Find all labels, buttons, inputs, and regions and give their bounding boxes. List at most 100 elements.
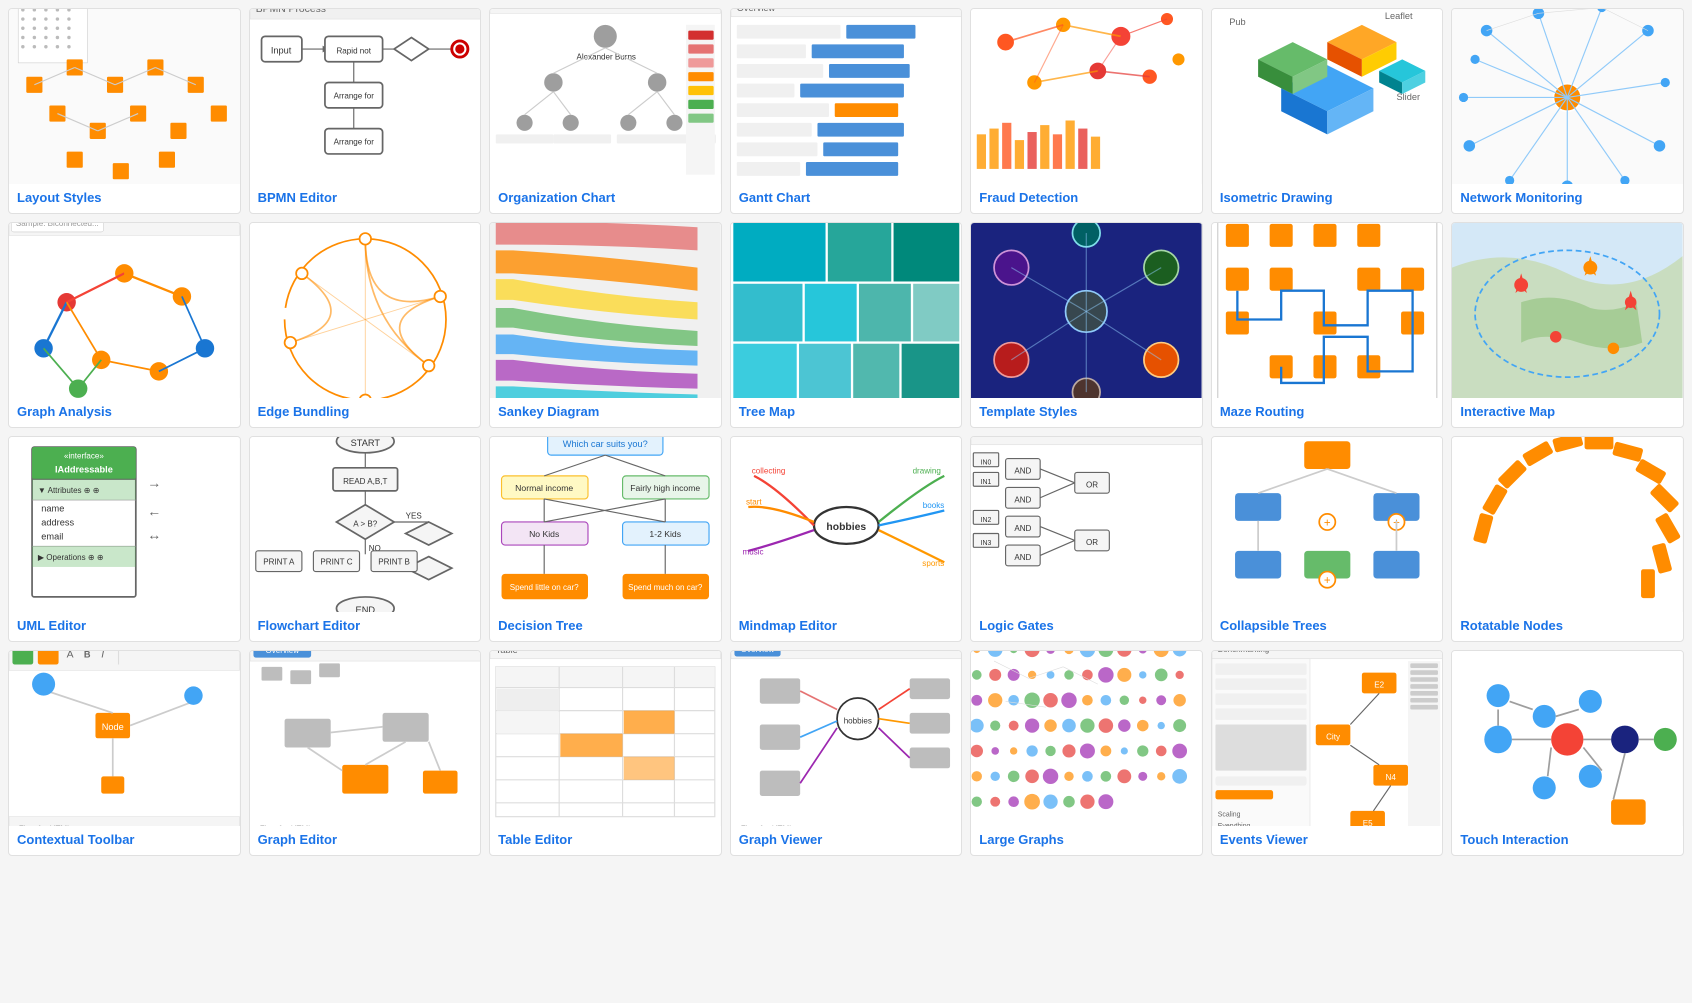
svg-text:→: → bbox=[147, 474, 161, 490]
svg-text:E5: E5 bbox=[1363, 819, 1373, 826]
svg-text:Table: Table bbox=[496, 651, 518, 655]
preview-graph-editor: Overview xFlow for HTML bbox=[250, 651, 481, 826]
label-fraud-detection: Fraud Detection bbox=[971, 184, 1202, 213]
svg-text:BPMN Process: BPMN Process bbox=[255, 9, 325, 15]
svg-text:Alexander Burns: Alexander Burns bbox=[577, 52, 637, 61]
card-maze-routing[interactable]: Maze Routing bbox=[1211, 222, 1444, 428]
card-tree-map[interactable]: Tree Map bbox=[730, 222, 963, 428]
label-layout-styles: Layout Styles bbox=[9, 184, 240, 213]
card-collapsible-trees[interactable]: + + + Collapsible Trees bbox=[1211, 436, 1444, 642]
svg-text:«interface»: «interface» bbox=[64, 451, 104, 460]
svg-text:Arrange for: Arrange for bbox=[333, 137, 374, 146]
preview-gantt-chart: Overview bbox=[731, 9, 962, 184]
preview-uml-editor: «interface» IAddressable ▼ Attributes ⊕ … bbox=[9, 437, 240, 612]
label-network-monitoring: Network Monitoring bbox=[1452, 184, 1683, 213]
svg-text:OR: OR bbox=[1086, 538, 1098, 547]
preview-maze-routing bbox=[1212, 223, 1443, 398]
preview-interactive-map bbox=[1452, 223, 1683, 398]
svg-text:Overview: Overview bbox=[265, 651, 299, 655]
svg-text:+: + bbox=[1324, 575, 1331, 587]
card-logic-gates[interactable]: AND AND AND AND OR OR IN0 IN1 IN2 bbox=[970, 436, 1203, 642]
card-touch-interaction[interactable]: Touch Interaction bbox=[1451, 650, 1684, 856]
svg-text:email: email bbox=[41, 531, 63, 541]
preview-decision-tree: Which car suits you? Normal income Fairl… bbox=[490, 437, 721, 612]
label-touch-interaction: Touch Interaction bbox=[1452, 826, 1683, 855]
svg-text:AND: AND bbox=[1015, 553, 1032, 562]
label-flowchart-editor: Flowchart Editor bbox=[250, 612, 481, 641]
svg-text:Benchmarking: Benchmarking bbox=[1218, 651, 1270, 653]
label-tree-map: Tree Map bbox=[731, 398, 962, 427]
preview-touch-interaction bbox=[1452, 651, 1683, 826]
svg-text:▶ Operations ⊕ ⊕: ▶ Operations ⊕ ⊕ bbox=[38, 553, 104, 562]
card-edge-bundling[interactable]: Edge Bundling bbox=[249, 222, 482, 428]
card-fraud-detection[interactable]: Fraud Detection bbox=[970, 8, 1203, 214]
label-interactive-map: Interactive Map bbox=[1452, 398, 1683, 427]
svg-text:PRINT C: PRINT C bbox=[320, 557, 352, 566]
card-template-styles[interactable]: Template Styles bbox=[970, 222, 1203, 428]
label-contextual-toolbar: Contextual Toolbar bbox=[9, 826, 240, 855]
svg-text:IN0: IN0 bbox=[981, 459, 992, 466]
preview-network-monitoring bbox=[1452, 9, 1683, 184]
card-sankey-diagram[interactable]: Sankey Diagram bbox=[489, 222, 722, 428]
preview-org-chart: Overview Alexander Burns bbox=[490, 9, 721, 184]
svg-text:+: + bbox=[1324, 517, 1331, 529]
svg-text:books: books bbox=[922, 501, 944, 510]
preview-collapsible-trees: + + + bbox=[1212, 437, 1443, 612]
label-graph-editor: Graph Editor bbox=[250, 826, 481, 855]
svg-text:▼ Attributes ⊕ ⊕: ▼ Attributes ⊕ ⊕ bbox=[38, 486, 100, 495]
svg-text:xFlow for HTML: xFlow for HTML bbox=[255, 824, 312, 826]
preview-edge-bundling bbox=[250, 223, 481, 398]
card-interactive-map[interactable]: Interactive Map bbox=[1451, 222, 1684, 428]
card-rotatable-nodes[interactable]: Rotatable Nodes bbox=[1451, 436, 1684, 642]
card-layout-styles[interactable]: Layout Styles bbox=[8, 8, 241, 214]
svg-text:start: start bbox=[746, 497, 762, 506]
card-decision-tree[interactable]: Which car suits you? Normal income Fairl… bbox=[489, 436, 722, 642]
card-isometric-drawing[interactable]: Pub Leaflet Slider Isometric Drawing bbox=[1211, 8, 1444, 214]
svg-text:AND: AND bbox=[1015, 466, 1032, 475]
svg-text:E2: E2 bbox=[1374, 680, 1384, 689]
card-uml-editor[interactable]: «interface» IAddressable ▼ Attributes ⊕ … bbox=[8, 436, 241, 642]
card-graph-editor[interactable]: Overview xFlow for HTML Graph Editor bbox=[249, 650, 482, 856]
card-contextual-toolbar[interactable]: A B I Node xFlow for HTML Contextual Too… bbox=[8, 650, 241, 856]
svg-text:YES: YES bbox=[405, 511, 421, 520]
card-org-chart[interactable]: Overview Alexander Burns bbox=[489, 8, 722, 214]
svg-text:hobbies: hobbies bbox=[826, 522, 866, 533]
card-network-monitoring[interactable]: Network Monitoring bbox=[1451, 8, 1684, 214]
preview-events-viewer: Benchmarking Scaling Everything E2 City … bbox=[1212, 651, 1443, 826]
svg-text:Scaling: Scaling bbox=[1218, 811, 1241, 818]
label-edge-bundling: Edge Bundling bbox=[250, 398, 481, 427]
svg-text:IN2: IN2 bbox=[981, 517, 992, 524]
card-bpmn-editor[interactable]: BPMN Process Input Rapid not Arrange for… bbox=[249, 8, 482, 214]
preview-isometric-drawing: Pub Leaflet Slider bbox=[1212, 9, 1443, 184]
card-graph-viewer[interactable]: Overview hobbies xFlow for HTML Graph Vi… bbox=[730, 650, 963, 856]
card-gantt-chart[interactable]: Overview Gantt Chart bbox=[730, 8, 963, 214]
card-large-graphs[interactable]: Large Graphs bbox=[970, 650, 1203, 856]
svg-text:A > B?: A > B? bbox=[353, 519, 377, 528]
preview-rotatable-nodes bbox=[1452, 437, 1683, 612]
svg-text:↔: ↔ bbox=[147, 526, 161, 542]
svg-text:A: A bbox=[67, 651, 74, 660]
label-maze-routing: Maze Routing bbox=[1212, 398, 1443, 427]
svg-text:music: music bbox=[742, 547, 763, 556]
card-flowchart-editor[interactable]: START READ A,B,T A > B? YES NO PRINT A P… bbox=[249, 436, 482, 642]
label-table-editor: Table Editor bbox=[490, 826, 721, 855]
preview-layout-styles bbox=[9, 9, 240, 184]
preview-large-graphs bbox=[971, 651, 1202, 826]
card-graph-analysis[interactable]: Sample: Biconnected... Graph Analysis bbox=[8, 222, 241, 428]
svg-text:sports: sports bbox=[922, 558, 944, 567]
svg-text:AND: AND bbox=[1015, 524, 1032, 533]
card-events-viewer[interactable]: Benchmarking Scaling Everything E2 City … bbox=[1211, 650, 1444, 856]
svg-text:Spend little on car?: Spend little on car? bbox=[510, 583, 579, 592]
svg-text:Sample: Biconnected...: Sample: Biconnected... bbox=[16, 223, 99, 228]
svg-text:IN3: IN3 bbox=[981, 540, 992, 547]
card-mindmap-editor[interactable]: hobbies collecting start music drawing b… bbox=[730, 436, 963, 642]
label-decision-tree: Decision Tree bbox=[490, 612, 721, 641]
label-org-chart: Organization Chart bbox=[490, 184, 721, 213]
svg-text:Slider: Slider bbox=[1396, 91, 1420, 101]
preview-graph-analysis: Sample: Biconnected... bbox=[9, 223, 240, 398]
svg-text:Rapid not: Rapid not bbox=[336, 46, 371, 55]
preview-template-styles bbox=[971, 223, 1202, 398]
card-table-editor[interactable]: Table Table Editor bbox=[489, 650, 722, 856]
svg-text:OR: OR bbox=[1086, 480, 1098, 489]
label-graph-viewer: Graph Viewer bbox=[731, 826, 962, 855]
